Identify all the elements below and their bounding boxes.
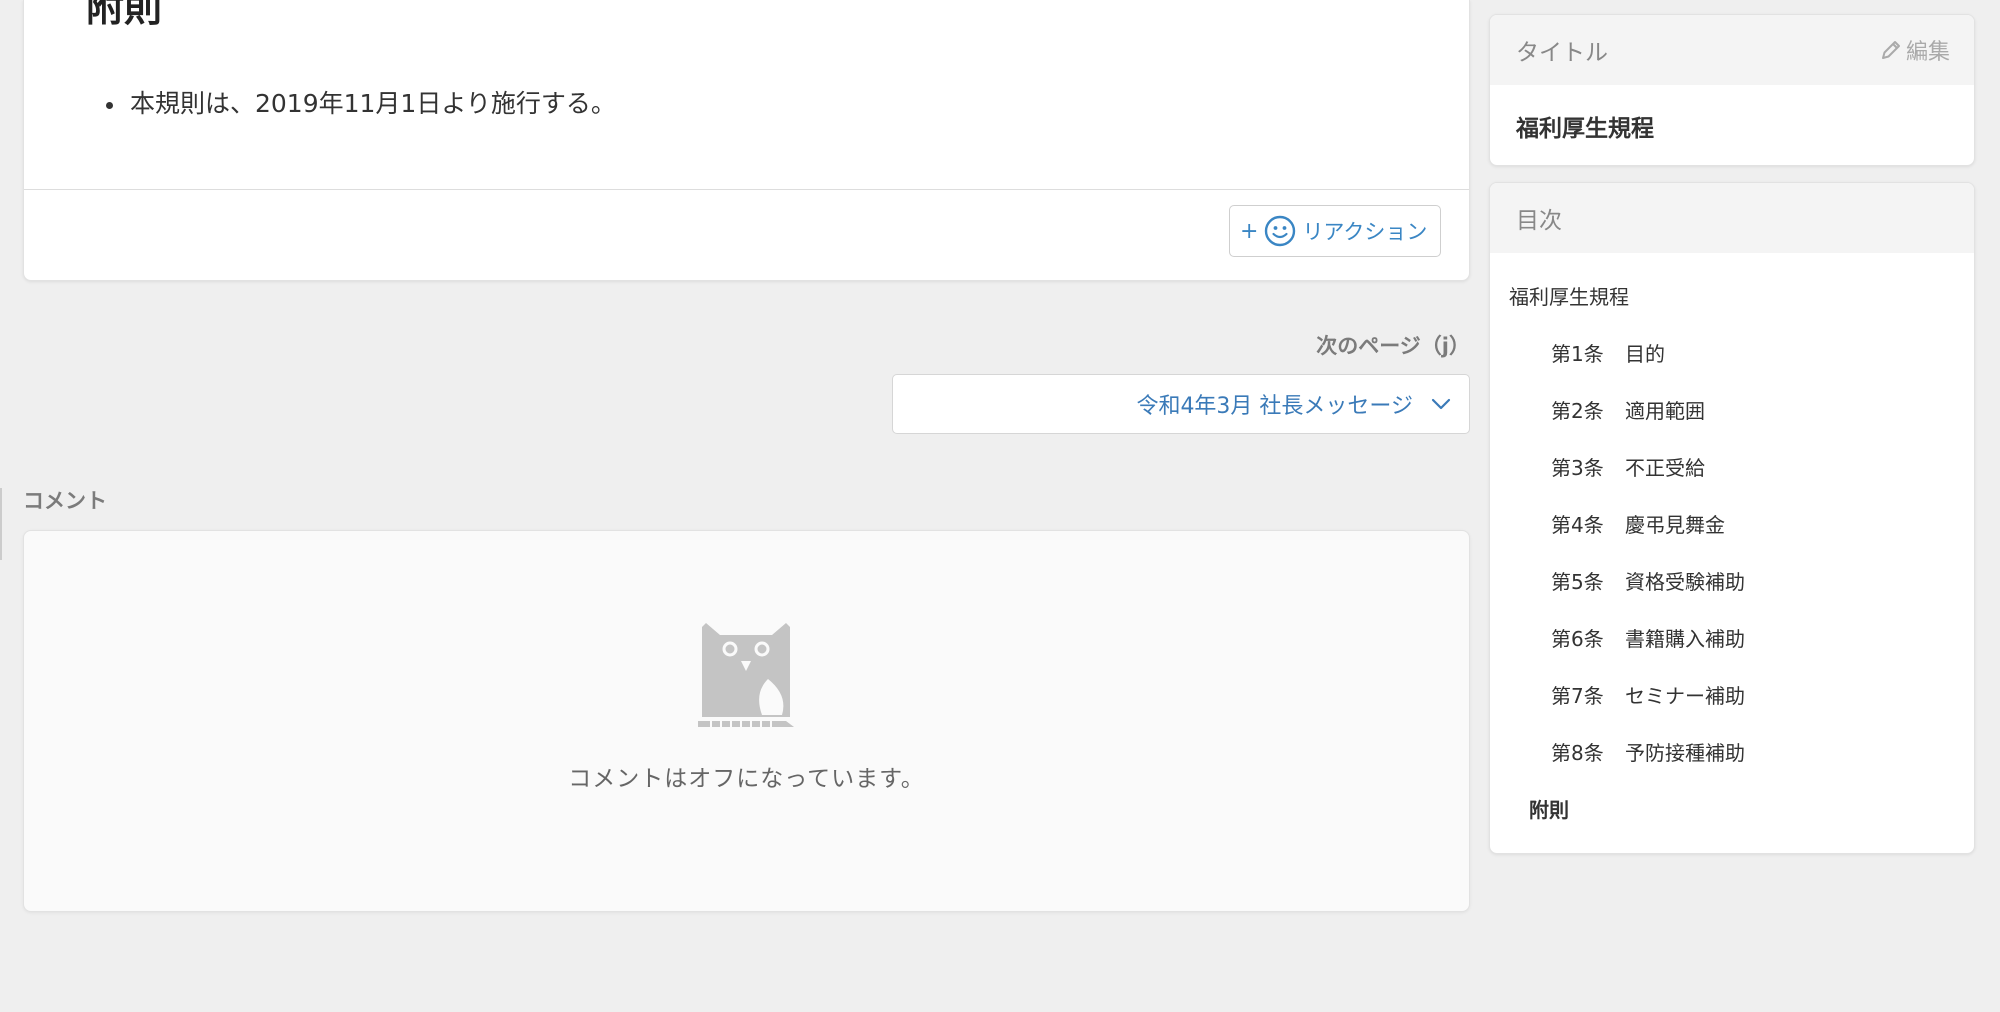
add-reaction-button[interactable]: + リアクション <box>1229 205 1441 257</box>
toc-article-number: 第1条 <box>1551 342 1604 366</box>
comments-off-message: コメントはオフになっています。 <box>568 766 925 792</box>
toc-item-article-7[interactable]: 第7条 セミナー補助 <box>1490 668 1974 725</box>
toc-article-name: 資格受験補助 <box>1625 570 1745 594</box>
comments-panel: コメントはオフになっています。 <box>23 530 1470 912</box>
toc-article-number: 第6条 <box>1551 627 1604 651</box>
toc-article-name: 適用範囲 <box>1625 399 1705 423</box>
page: 附則 本規則は、2019年11月1日より施行する。 + リアクション 次のページ… <box>0 0 2000 1012</box>
toc-item-article-1[interactable]: 第1条 目的 <box>1490 326 1974 383</box>
next-page-title: 令和4年3月 社長メッセージ <box>1136 394 1413 419</box>
article-section-heading: 附則 <box>86 0 163 30</box>
toc-item-article-3[interactable]: 第3条 不正受給 <box>1490 440 1974 497</box>
toc-label: 目次 <box>1516 208 1562 234</box>
chevron-down-icon <box>1431 398 1451 410</box>
edit-title-button[interactable]: 編集 <box>1880 34 1950 66</box>
owl-icon <box>698 623 794 727</box>
smile-icon <box>1265 215 1296 247</box>
article-card: 附則 本規則は、2019年11月1日より施行する。 + リアクション <box>23 0 1470 281</box>
toc-article-name: 書籍購入補助 <box>1625 627 1745 651</box>
comments-heading: コメント <box>23 489 107 513</box>
toc-item-appendix[interactable]: 附則 <box>1490 782 1974 839</box>
toc-card: 目次 福利厚生規程 第1条 目的 第2条 適用範囲 第3条 不正受給 第4条 慶弔見舞金… <box>1489 182 1975 854</box>
title-card-label: タイトル <box>1516 40 1608 66</box>
toc-article-number: 第2条 <box>1551 399 1604 423</box>
reaction-label: リアクション <box>1302 220 1428 244</box>
toc-article-name: セミナー補助 <box>1625 684 1745 708</box>
toc-article-number: 第8条 <box>1551 741 1604 765</box>
toc-list: 福利厚生規程 第1条 目的 第2条 適用範囲 第3条 不正受給 第4条 慶弔見舞金 第5… <box>1490 253 1974 839</box>
toc-article-number: 第7条 <box>1551 684 1604 708</box>
toc-article-number: 第5条 <box>1551 570 1604 594</box>
page-title: 福利厚生規程 <box>1516 116 1654 142</box>
article-list: 本規則は、2019年11月1日より施行する。 <box>106 84 616 124</box>
toc-item-article-5[interactable]: 第5条 資格受験補助 <box>1490 554 1974 611</box>
next-page-label: 次のページ（j） <box>1316 334 1470 358</box>
toc-item-article-4[interactable]: 第4条 慶弔見舞金 <box>1490 497 1974 554</box>
toc-article-name: 予防接種補助 <box>1625 741 1745 765</box>
toc-item-root[interactable]: 福利厚生規程 <box>1490 269 1974 326</box>
toc-item-article-6[interactable]: 第6条 書籍購入補助 <box>1490 611 1974 668</box>
divider <box>24 189 1469 190</box>
toc-item-article-2[interactable]: 第2条 適用範囲 <box>1490 383 1974 440</box>
toc-article-name: 目的 <box>1625 342 1665 366</box>
title-card: タイトル 編集 福利厚生規程 <box>1489 14 1975 166</box>
pencil-icon <box>1881 41 1900 59</box>
toc-item-article-8[interactable]: 第8条 予防接種補助 <box>1490 725 1974 782</box>
title-card-header: タイトル 編集 <box>1490 15 1974 85</box>
toc-article-number: 第3条 <box>1551 456 1604 480</box>
toc-article-name: 不正受給 <box>1625 456 1705 480</box>
edit-label: 編集 <box>1905 40 1950 65</box>
list-item: 本規則は、2019年11月1日より施行する。 <box>106 84 616 124</box>
toc-article-number: 第4条 <box>1551 513 1604 537</box>
edge-divider <box>0 488 2 560</box>
toc-header: 目次 <box>1490 183 1974 253</box>
plus-icon: + <box>1240 218 1259 244</box>
toc-article-name: 慶弔見舞金 <box>1625 513 1725 537</box>
next-page-select[interactable]: 令和4年3月 社長メッセージ <box>892 374 1470 434</box>
